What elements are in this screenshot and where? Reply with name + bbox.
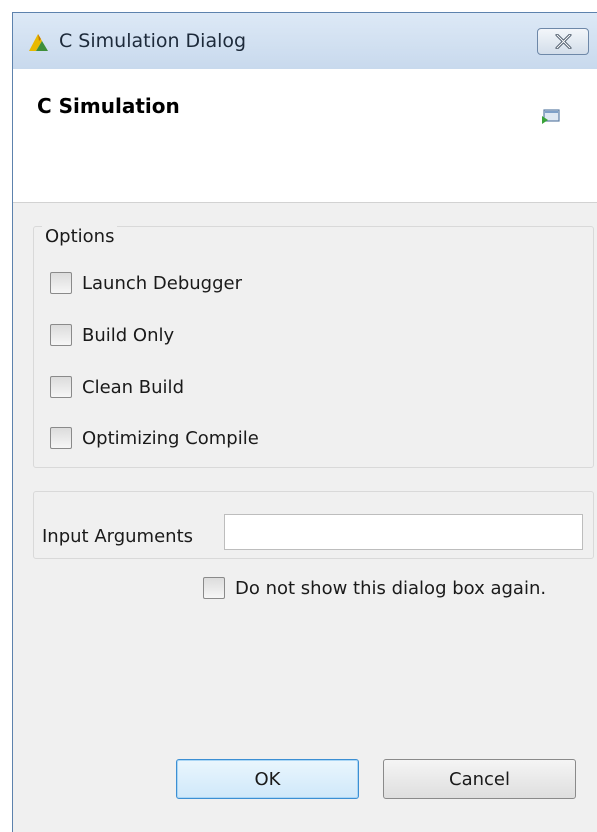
build-only-checkbox[interactable]: Build Only bbox=[50, 323, 174, 347]
xilinx-logo-icon bbox=[27, 31, 49, 53]
checkbox-label: Build Only bbox=[82, 324, 175, 346]
window-title: C Simulation Dialog bbox=[59, 30, 247, 52]
optimizing-compile-checkbox[interactable]: Optimizing Compile bbox=[50, 426, 259, 450]
options-group-label: Options bbox=[42, 226, 118, 247]
checkbox-box[interactable] bbox=[50, 427, 72, 449]
close-icon bbox=[555, 34, 572, 49]
checkbox-label: Clean Build bbox=[82, 376, 184, 398]
launch-debugger-checkbox[interactable]: Launch Debugger bbox=[50, 271, 242, 295]
monitor-icon bbox=[541, 109, 561, 125]
input-arguments-label: Input Arguments bbox=[42, 526, 194, 547]
checkbox-label: Launch Debugger bbox=[82, 272, 242, 294]
checkbox-label: Do not show this dialog box again. bbox=[235, 577, 547, 599]
ok-button[interactable]: OK bbox=[176, 759, 359, 799]
checkbox-box[interactable] bbox=[50, 272, 72, 294]
input-arguments-field[interactable] bbox=[224, 514, 583, 550]
checkbox-box[interactable] bbox=[50, 324, 72, 346]
input-arguments-panel: Input Arguments bbox=[33, 491, 594, 559]
page-title: C Simulation bbox=[37, 94, 180, 118]
checkbox-box[interactable] bbox=[50, 376, 72, 398]
checkbox-box[interactable] bbox=[203, 577, 225, 599]
close-button[interactable] bbox=[537, 28, 589, 55]
checkbox-label: Optimizing Compile bbox=[82, 427, 259, 449]
clean-build-checkbox[interactable]: Clean Build bbox=[50, 375, 184, 399]
cancel-button[interactable]: Cancel bbox=[383, 759, 576, 799]
dont-show-again-checkbox[interactable]: Do not show this dialog box again. bbox=[203, 577, 546, 599]
options-group: Options Launch Debugger Build Only Clean… bbox=[33, 226, 594, 468]
c-simulation-dialog: C Simulation Dialog C Simulation Options… bbox=[12, 12, 597, 832]
title-bar: C Simulation Dialog bbox=[13, 13, 597, 69]
dialog-header: C Simulation bbox=[13, 69, 597, 203]
